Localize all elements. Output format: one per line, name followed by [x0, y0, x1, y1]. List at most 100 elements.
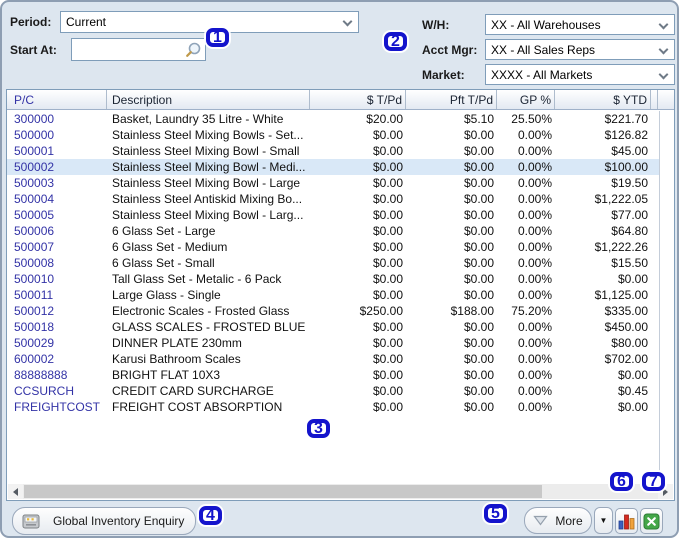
- table-row[interactable]: 300000 Basket, Laundry 35 Litre - White …: [7, 111, 674, 127]
- more-button[interactable]: More: [524, 507, 592, 534]
- cell-gp: 0.00%: [517, 336, 552, 350]
- cell-pc[interactable]: 500007: [7, 239, 107, 255]
- cell-pft: $0.00: [463, 368, 494, 382]
- cell-pc[interactable]: 500000: [7, 127, 107, 143]
- vertical-scrollbar-track[interactable]: [659, 111, 674, 484]
- cell-ytd: $335.00: [604, 304, 648, 318]
- col-header-pc[interactable]: P/C: [7, 90, 107, 109]
- warehouse-select[interactable]: XX - All Warehouses: [485, 14, 675, 35]
- scroll-left-button[interactable]: [8, 484, 23, 499]
- table-body: 300000 Basket, Laundry 35 Litre - White …: [7, 111, 674, 415]
- cell-ytd: $64.80: [611, 224, 648, 238]
- global-inventory-enquiry-button[interactable]: Global Inventory Enquiry: [12, 507, 196, 535]
- table-row[interactable]: CCSURCH CREDIT CARD SURCHARGE $0.00 $0.0…: [7, 383, 674, 399]
- enquiry-window-icon: [22, 514, 40, 528]
- cell-gp: 0.00%: [517, 176, 552, 190]
- warehouse-value: XX - All Warehouses: [491, 17, 601, 32]
- cell-tpd: $0.00: [372, 368, 403, 382]
- cell-ytd: $0.00: [617, 368, 648, 382]
- table-row[interactable]: 600002 Karusi Bathroom Scales $0.00 $0.0…: [7, 351, 674, 367]
- cell-gp: 0.00%: [517, 320, 552, 334]
- cell-tpd: $0.00: [372, 160, 403, 174]
- triangle-down-icon: [533, 515, 549, 526]
- cell-pft: $0.00: [463, 320, 494, 334]
- table-row[interactable]: 500005 Stainless Steel Mixing Bowl - Lar…: [7, 207, 674, 223]
- horizontal-scrollbar[interactable]: [8, 484, 673, 499]
- cell-pc[interactable]: 500001: [7, 143, 107, 159]
- cell-ytd: $1,222.26: [594, 240, 648, 254]
- col-header-spacer: [651, 90, 658, 109]
- cell-pc[interactable]: 500004: [7, 191, 107, 207]
- table-row[interactable]: 500018 GLASS SCALES - FROSTED BLUE $0.00…: [7, 319, 674, 335]
- cell-gp: 0.00%: [517, 256, 552, 270]
- cell-pc[interactable]: 300000: [7, 111, 107, 127]
- table-row[interactable]: 500011 Large Glass - Single $0.00 $0.00 …: [7, 287, 674, 303]
- table-row[interactable]: FREIGHTCOST FREIGHT COST ABSORPTION $0.0…: [7, 399, 674, 415]
- cell-tpd: $0.00: [372, 240, 403, 254]
- cell-tpd: $0.00: [372, 128, 403, 142]
- cell-ytd: $45.00: [611, 144, 648, 158]
- chevron-down-icon: [658, 19, 669, 30]
- cell-pc[interactable]: 88888888: [7, 367, 107, 383]
- col-header-tpd[interactable]: $ T/Pd: [310, 90, 406, 109]
- dropdown-arrow-icon: ▼: [599, 516, 608, 525]
- cell-pc[interactable]: 500008: [7, 255, 107, 271]
- cell-pc[interactable]: 500018: [7, 319, 107, 335]
- acct-mgr-select[interactable]: XX - All Sales Reps: [485, 39, 675, 60]
- warehouse-label: W/H:: [422, 18, 450, 32]
- cell-tpd: $0.00: [372, 208, 403, 222]
- cell-pft: $0.00: [463, 144, 494, 158]
- start-at-input[interactable]: [71, 38, 206, 61]
- table-row[interactable]: 500006 6 Glass Set - Large $0.00 $0.00 0…: [7, 223, 674, 239]
- table-row[interactable]: 500029 DINNER PLATE 230mm $0.00 $0.00 0.…: [7, 335, 674, 351]
- cell-ytd: $77.00: [611, 208, 648, 222]
- cell-pft: $0.00: [463, 288, 494, 302]
- cell-gp: 0.00%: [517, 208, 552, 222]
- col-header-gp-pct[interactable]: GP %: [497, 90, 555, 109]
- cell-pft: $0.00: [463, 208, 494, 222]
- cell-ytd: $0.00: [617, 272, 648, 286]
- table-row[interactable]: 500007 6 Glass Set - Medium $0.00 $0.00 …: [7, 239, 674, 255]
- cell-tpd: $0.00: [372, 144, 403, 158]
- table-row[interactable]: 500002 Stainless Steel Mixing Bowl - Med…: [7, 159, 674, 175]
- cell-tpd: $0.00: [372, 192, 403, 206]
- table-row[interactable]: 500000 Stainless Steel Mixing Bowls - Se…: [7, 127, 674, 143]
- table-row[interactable]: 500004 Stainless Steel Antiskid Mixing B…: [7, 191, 674, 207]
- cell-pc[interactable]: 500006: [7, 223, 107, 239]
- cell-ytd: $80.00: [611, 336, 648, 350]
- cell-pc[interactable]: 600002: [7, 351, 107, 367]
- table-row[interactable]: 500003 Stainless Steel Mixing Bowl - Lar…: [7, 175, 674, 191]
- table-row[interactable]: 500010 Tall Glass Set - Metalic - 6 Pack…: [7, 271, 674, 287]
- table-row[interactable]: 500012 Electronic Scales - Frosted Glass…: [7, 303, 674, 319]
- chevron-down-icon: [658, 69, 669, 80]
- cell-desc: 6 Glass Set - Small: [112, 256, 215, 270]
- table-row[interactable]: 500008 6 Glass Set - Small $0.00 $0.00 0…: [7, 255, 674, 271]
- excel-export-icon: [643, 513, 660, 529]
- cell-tpd: $0.00: [372, 224, 403, 238]
- table-row[interactable]: 88888888 BRIGHT FLAT 10X3 $0.00 $0.00 0.…: [7, 367, 674, 383]
- cell-tpd: $0.00: [372, 176, 403, 190]
- cell-pc[interactable]: 500003: [7, 175, 107, 191]
- horizontal-scrollbar-thumb[interactable]: [24, 485, 542, 498]
- cell-pc[interactable]: CCSURCH: [7, 383, 107, 399]
- cell-pc[interactable]: FREIGHTCOST: [7, 399, 107, 415]
- col-header-ytd[interactable]: $ YTD: [555, 90, 651, 109]
- export-excel-button[interactable]: [640, 508, 663, 534]
- search-icon[interactable]: [184, 41, 202, 59]
- cell-pc[interactable]: 500010: [7, 271, 107, 287]
- cell-gp: 0.00%: [517, 384, 552, 398]
- cell-pc[interactable]: 500005: [7, 207, 107, 223]
- col-header-description[interactable]: Description: [107, 90, 310, 109]
- cell-pc[interactable]: 500012: [7, 303, 107, 319]
- cell-pc[interactable]: 500011: [7, 287, 107, 303]
- chart-button[interactable]: [615, 508, 638, 534]
- col-header-pft-tpd[interactable]: Pft T/Pd: [406, 90, 497, 109]
- more-dropdown-button[interactable]: ▼: [594, 507, 613, 534]
- acct-mgr-value: XX - All Sales Reps: [491, 42, 596, 57]
- cell-tpd: $0.00: [372, 352, 403, 366]
- table-row[interactable]: 500001 Stainless Steel Mixing Bowl - Sma…: [7, 143, 674, 159]
- cell-tpd: $0.00: [372, 256, 403, 270]
- market-select[interactable]: XXXX - All Markets: [485, 64, 675, 85]
- cell-pc[interactable]: 500029: [7, 335, 107, 351]
- cell-pc[interactable]: 500002: [7, 159, 107, 175]
